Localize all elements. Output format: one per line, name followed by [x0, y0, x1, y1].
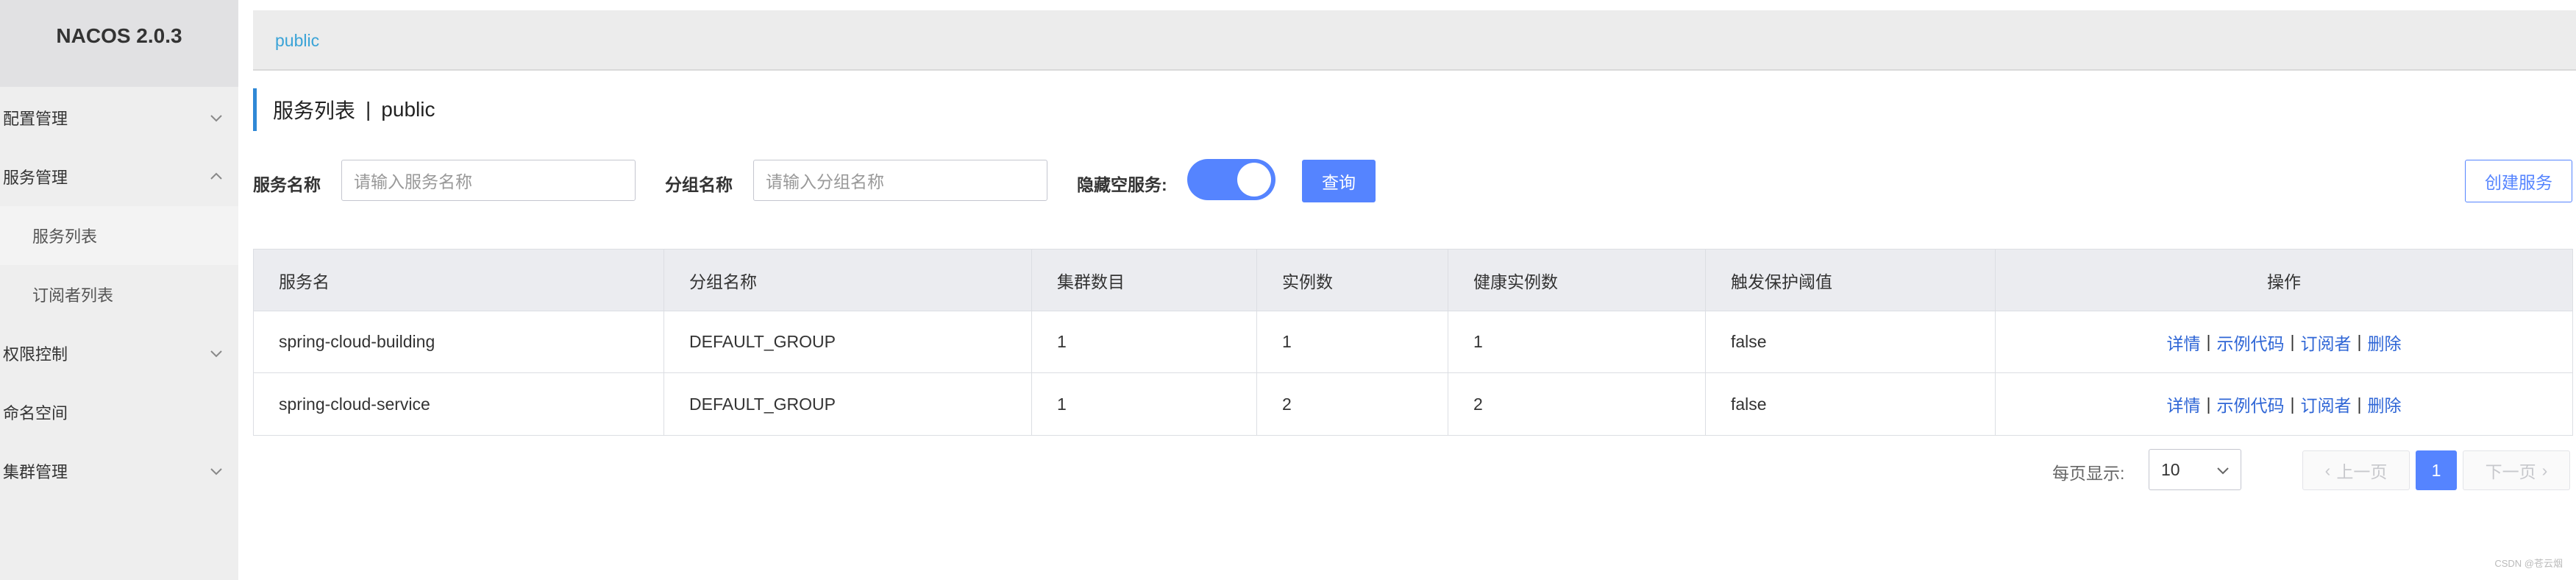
sidebar-item-label: 命名空间 [3, 404, 68, 422]
delete-link[interactable]: 删除 [2367, 330, 2401, 355]
table-row: spring-cloud-building DEFAULT_GROUP 1 1 … [254, 311, 2572, 373]
page-size-value: 10 [2161, 459, 2180, 479]
chevron-up-icon [210, 172, 222, 180]
chevron-down-icon [210, 468, 222, 475]
sidebar-item-label: 集群管理 [3, 463, 68, 481]
page-title-namespace: public [381, 98, 435, 121]
sidebar-item-namespace[interactable]: 命名空间 [0, 383, 238, 442]
sidebar-item-config[interactable]: 配置管理 [0, 88, 238, 147]
cell-instance-count: 1 [1257, 311, 1448, 372]
namespace-bar: public [253, 10, 2576, 71]
subscriber-link[interactable]: 订阅者 [2300, 392, 2351, 417]
chevron-down-icon [2217, 467, 2229, 475]
header-actions: 操作 [2267, 272, 2301, 291]
sidebar-item-auth[interactable]: 权限控制 [0, 324, 238, 383]
delete-link[interactable]: 删除 [2367, 392, 2401, 417]
cell-cluster-count: 1 [1032, 373, 1257, 435]
header-instance-count: 实例数 [1257, 250, 1448, 311]
cell-group-name: DEFAULT_GROUP [664, 311, 1032, 372]
group-name-input[interactable]: 请输入分组名称 [753, 160, 1047, 201]
chevron-right-icon: › [2541, 460, 2548, 480]
brand-logo: NACOS 2.0.3 [0, 0, 238, 87]
detail-link[interactable]: 详情 [2167, 392, 2201, 417]
action-separator: | [2206, 332, 2211, 351]
namespace-link-public[interactable]: public [275, 31, 319, 51]
cell-cluster-count: 1 [1032, 311, 1257, 372]
sidebar-item-service[interactable]: 服务管理 [0, 147, 238, 206]
cell-threshold: false [1706, 311, 1996, 372]
service-name-label: 服务名称 [253, 175, 321, 194]
cell-actions: 详情 | 示例代码 | 订阅者 | 删除 [1996, 373, 2572, 435]
sidebar-item-label: 配置管理 [3, 110, 68, 128]
sidebar-item-subscriber-list[interactable]: 订阅者列表 [0, 265, 238, 324]
action-separator: | [2357, 332, 2362, 351]
cell-actions: 详情 | 示例代码 | 订阅者 | 删除 [1996, 311, 2572, 372]
service-table: 服务名 分组名称 集群数目 实例数 健康实例数 触发保护阈值 操作 spring… [253, 249, 2573, 436]
sample-code-link[interactable]: 示例代码 [2217, 392, 2285, 417]
cell-healthy-count: 2 [1448, 373, 1706, 435]
page-title-text: 服务列表 [273, 99, 356, 122]
title-separator: | [366, 98, 371, 121]
sidebar-item-label: 权限控制 [3, 345, 68, 364]
sidebar-item-label: 订阅者列表 [32, 286, 114, 305]
cell-threshold: false [1706, 373, 1996, 435]
sidebar-item-label: 服务管理 [3, 169, 68, 187]
chevron-down-icon [210, 350, 222, 358]
header-healthy-count: 健康实例数 [1448, 250, 1706, 311]
table-row: spring-cloud-service DEFAULT_GROUP 1 2 2… [254, 373, 2572, 435]
page-size-label: 每页显示: [2052, 464, 2125, 483]
sidebar-item-cluster[interactable]: 集群管理 [0, 442, 238, 501]
service-name-placeholder: 请输入服务名称 [354, 172, 472, 191]
detail-link[interactable]: 详情 [2167, 330, 2201, 355]
next-page-button[interactable]: 下一页 › [2463, 450, 2570, 490]
action-separator: | [2290, 394, 2295, 414]
page-title: 服务列表 | public [253, 88, 435, 131]
cell-healthy-count: 1 [1448, 311, 1706, 372]
chevron-left-icon: ‹ [2324, 460, 2331, 480]
cell-instance-count: 2 [1257, 373, 1448, 435]
next-page-label: 下一页 [2485, 462, 2536, 481]
header-threshold: 触发保护阈值 [1706, 250, 1996, 311]
sidebar-item-service-list[interactable]: 服务列表 [0, 206, 238, 265]
header-cluster-count: 集群数目 [1032, 250, 1257, 311]
prev-page-label: 上一页 [2336, 462, 2388, 481]
group-name-label: 分组名称 [665, 175, 733, 194]
hide-empty-label: 隐藏空服务: [1077, 175, 1167, 194]
current-page-button[interactable]: 1 [2416, 450, 2457, 490]
header-group-name: 分组名称 [664, 250, 1032, 311]
action-separator: | [2290, 332, 2295, 351]
cell-service-name: spring-cloud-building [254, 311, 664, 372]
create-service-button[interactable]: 创建服务 [2465, 160, 2572, 202]
page-size-select[interactable]: 10 [2149, 449, 2241, 490]
header-service-name: 服务名 [254, 250, 664, 311]
sample-code-link[interactable]: 示例代码 [2217, 330, 2285, 355]
query-button[interactable]: 查询 [1302, 160, 1376, 202]
watermark: CSDN @苍云烟 [2494, 558, 2563, 569]
group-name-placeholder: 请输入分组名称 [766, 172, 884, 191]
subscriber-link[interactable]: 订阅者 [2300, 330, 2351, 355]
cell-service-name: spring-cloud-service [254, 373, 664, 435]
toggle-knob [1237, 163, 1271, 197]
prev-page-button[interactable]: ‹ 上一页 [2302, 450, 2410, 490]
action-separator: | [2357, 394, 2362, 414]
hide-empty-toggle[interactable] [1187, 159, 1275, 200]
table-header-row: 服务名 分组名称 集群数目 实例数 健康实例数 触发保护阈值 操作 [254, 250, 2572, 311]
action-separator: | [2206, 394, 2211, 414]
sidebar-item-label: 服务列表 [32, 227, 98, 246]
service-name-input[interactable]: 请输入服务名称 [341, 160, 636, 201]
sidebar: NACOS 2.0.3 配置管理 服务管理 服务列表 订阅者列表 权限控制 命名… [0, 0, 238, 580]
chevron-down-icon [210, 115, 222, 122]
cell-group-name: DEFAULT_GROUP [664, 373, 1032, 435]
